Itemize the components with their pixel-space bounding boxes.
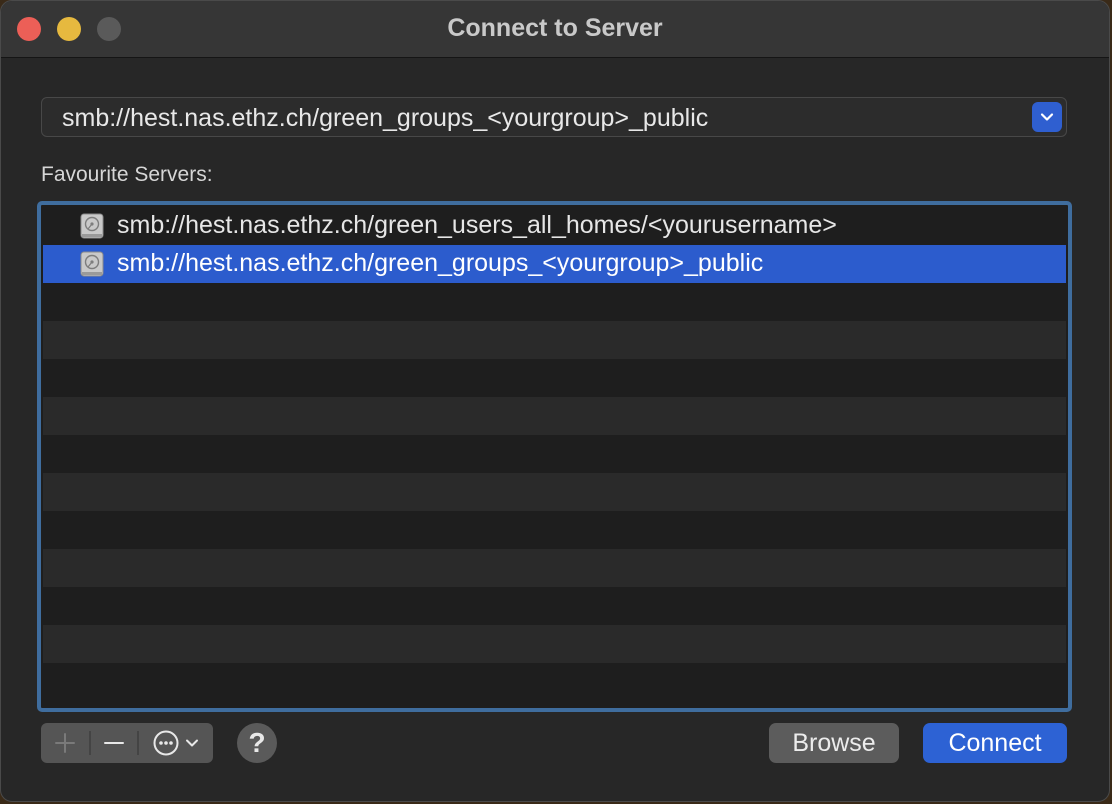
favourite-server-row[interactable]: smb://hest.nas.ethz.ch/green_groups_<you… — [43, 245, 1066, 283]
empty-list-row — [43, 283, 1066, 321]
favourite-server-url: smb://hest.nas.ethz.ch/green_groups_<you… — [117, 249, 764, 277]
server-drive-icon — [80, 251, 104, 277]
address-history-dropdown-button[interactable] — [1032, 102, 1062, 132]
help-button[interactable]: ? — [237, 723, 277, 763]
connect-button[interactable]: Connect — [923, 723, 1067, 763]
empty-list-row — [43, 511, 1066, 549]
server-address-input[interactable]: smb://hest.nas.ethz.ch/green_groups_<you… — [62, 104, 708, 133]
empty-list-row — [43, 663, 1066, 701]
list-edit-segmented-control — [41, 723, 213, 763]
empty-list-row — [43, 435, 1066, 473]
empty-list-row — [43, 397, 1066, 435]
remove-favourite-button[interactable] — [91, 723, 137, 763]
title-bar: Connect to Server — [1, 1, 1109, 58]
chevron-down-icon — [186, 739, 198, 747]
add-favourite-button[interactable] — [41, 723, 89, 763]
browse-button[interactable]: Browse — [769, 723, 899, 763]
favourite-server-url: smb://hest.nas.ethz.ch/green_users_all_h… — [117, 211, 837, 239]
server-drive-icon — [80, 213, 104, 239]
favourite-servers-label: Favourite Servers: — [41, 163, 213, 186]
empty-list-row — [43, 359, 1066, 397]
favourite-servers-rows: smb://hest.nas.ethz.ch/green_users_all_h… — [43, 207, 1066, 706]
window-title: Connect to Server — [447, 14, 663, 42]
more-options-menu-button[interactable] — [139, 723, 213, 763]
empty-list-row — [43, 625, 1066, 663]
plus-icon — [55, 733, 75, 753]
favourite-server-row[interactable]: smb://hest.nas.ethz.ch/green_users_all_h… — [43, 207, 1066, 245]
chevron-down-icon — [1040, 113, 1054, 121]
favourite-servers-list[interactable]: smb://hest.nas.ethz.ch/green_users_all_h… — [37, 201, 1072, 712]
connect-to-server-window: Connect to Server smb://hest.nas.ethz.ch… — [0, 0, 1110, 802]
empty-list-row — [43, 549, 1066, 587]
ellipsis-circle-icon — [153, 730, 179, 756]
empty-list-row — [43, 473, 1066, 511]
empty-list-row — [43, 587, 1066, 625]
server-address-combobox[interactable]: smb://hest.nas.ethz.ch/green_groups_<you… — [41, 97, 1067, 137]
minus-icon — [104, 742, 124, 744]
empty-list-row — [43, 321, 1066, 359]
